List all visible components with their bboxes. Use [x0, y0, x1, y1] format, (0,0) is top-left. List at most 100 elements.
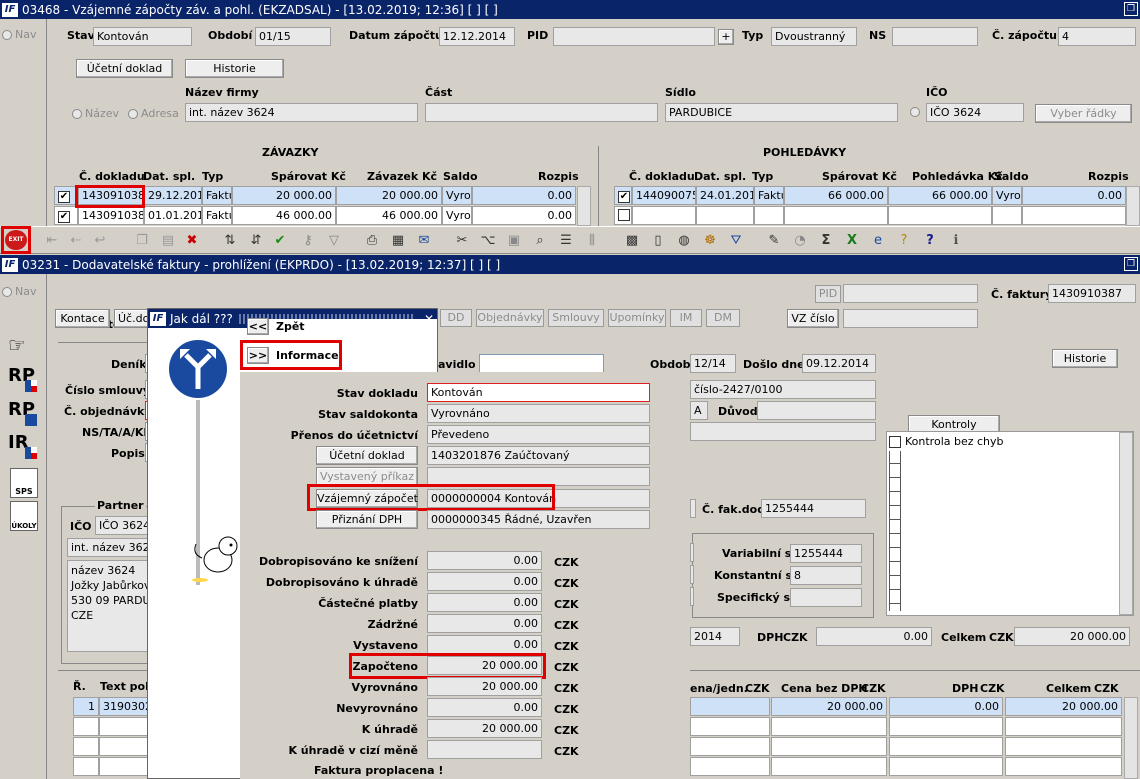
sum-icon[interactable]: Σ [818, 233, 834, 249]
items-scrollbar[interactable] [1124, 697, 1138, 779]
priznani-dph-button[interactable]: Přiznání DPH [316, 510, 418, 529]
nav-toggle[interactable]: Nav [2, 285, 36, 298]
radio-icon[interactable] [128, 108, 138, 119]
list-icon[interactable]: ☰ [558, 233, 574, 249]
clock-icon[interactable]: ◔ [792, 233, 808, 249]
arrow-icon[interactable]: ⇠ [68, 233, 84, 249]
variabilni-field: 1255444 [790, 544, 862, 563]
ucdok-button[interactable]: Úč.dok [114, 309, 150, 328]
table-cell [690, 757, 770, 776]
divider [58, 342, 148, 343]
saldo-cell [992, 206, 1022, 225]
kontroly-scrollbar[interactable] [1119, 432, 1133, 615]
checkbox-icon[interactable] [889, 435, 901, 448]
help-user-icon[interactable]: ? [896, 233, 912, 249]
zavazky-scrollbar[interactable] [577, 186, 591, 226]
checkbox-icon[interactable]: ✔ [618, 191, 630, 203]
vyber-radky-button[interactable]: Vyber řádky [1035, 104, 1132, 123]
tree-icon[interactable]: ⌥ [480, 233, 496, 249]
sps-icon[interactable]: SPS [10, 468, 38, 498]
currency-label: CZK [554, 703, 579, 716]
print-icon[interactable]: ⎙ [364, 233, 380, 249]
ucetni-doklad-field: 1403201876 Zaúčtovaný [427, 446, 650, 465]
ucetni-doklad-button[interactable]: Účetní doklad [316, 446, 418, 465]
restore-icon[interactable]: ❐ [1124, 257, 1138, 271]
cislo-smlouvy-label: Číslo smlouvy [65, 384, 151, 397]
print-preview-icon[interactable]: ▦ [390, 233, 406, 249]
info-icon[interactable]: ℹ [948, 233, 964, 249]
historie-button[interactable]: Historie [185, 59, 284, 78]
delete-icon[interactable]: ✖ [184, 233, 200, 249]
vz-cislo-button[interactable]: VZ číslo [787, 309, 839, 328]
kontace-button[interactable]: Kontace [55, 309, 110, 328]
scissors-icon[interactable]: ✂ [454, 233, 470, 249]
find-icon[interactable]: ⌕ [532, 233, 548, 249]
tab-dm[interactable]: DM [706, 309, 740, 327]
exit-button[interactable]: EXIT [5, 230, 27, 250]
calendar-icon[interactable]: ▩ [624, 233, 640, 249]
tab-objednavky[interactable]: Objednávky [476, 309, 544, 327]
ukoly-icon[interactable]: ÚKOLY [10, 501, 38, 531]
mail-icon[interactable]: ✉ [416, 233, 432, 249]
stav-dokladu-field: Kontován [427, 383, 650, 402]
tab-dd[interactable]: DD [440, 309, 472, 327]
sort-icon[interactable]: ⇅ [222, 233, 238, 249]
dog-mascot-icon [192, 536, 238, 582]
ns-label: NS [869, 29, 887, 42]
pravidlo-field[interactable] [479, 354, 604, 373]
checkbox-icon[interactable]: ✔ [58, 211, 70, 223]
table-cell [771, 717, 887, 736]
checkbox-icon[interactable] [618, 209, 630, 221]
app-logo-icon: IF [2, 2, 18, 17]
tent-icon[interactable]: ⛛ [728, 233, 744, 249]
pid-plus-button[interactable]: + [718, 29, 734, 45]
excel-icon[interactable]: X [844, 233, 860, 249]
copy-icon[interactable]: ❐ [134, 233, 150, 249]
edit-icon[interactable]: ✎ [766, 233, 782, 249]
restore-icon[interactable]: ❐ [1124, 2, 1138, 16]
paste-icon[interactable]: ▤ [160, 233, 176, 249]
edge [690, 543, 694, 562]
key-icon[interactable]: ⚷ [300, 233, 316, 249]
ie-icon[interactable]: e [870, 233, 886, 249]
tab-smlouvy[interactable]: Smlouvy [548, 309, 604, 327]
ucetni-doklad-button[interactable]: Účetní doklad [76, 59, 173, 78]
list-item[interactable]: Kontrola bez chyb [889, 435, 1004, 448]
arrow-left-icon[interactable]: ⇤ [44, 233, 60, 249]
columns-icon[interactable]: ⫼ [584, 233, 600, 249]
pid-field [843, 284, 978, 303]
sort-desc-icon[interactable]: ⇵ [248, 233, 264, 249]
rozpis-cell [1022, 206, 1126, 225]
amount-field: 0.00 [427, 635, 542, 654]
wheel-icon[interactable]: ☸ [702, 233, 718, 249]
radio-adresa[interactable]: Adresa [128, 107, 179, 120]
pohledavky-scrollbar[interactable] [1126, 186, 1140, 226]
pid-button[interactable]: PID [815, 285, 841, 303]
globe-icon[interactable]: ◍ [676, 233, 692, 249]
saldo-cell: Vyro [992, 186, 1022, 205]
arrow-back-icon[interactable]: ↩ [92, 233, 108, 249]
zpet-button[interactable]: << [247, 318, 269, 335]
radio-nazev[interactable]: Název [72, 107, 119, 120]
checkbox-icon[interactable]: ✔ [58, 191, 70, 203]
filter-icon[interactable]: ▽ [326, 233, 342, 249]
tab-upominky[interactable]: Upomínky [608, 309, 666, 327]
page-icon[interactable]: ▯ [650, 233, 666, 249]
ico-radio-icon[interactable] [910, 107, 920, 117]
table-cell [889, 737, 1003, 756]
tab-im[interactable]: IM [670, 309, 702, 327]
hand-icon[interactable]: ☞ [8, 333, 40, 361]
help-icon[interactable]: ? [922, 233, 938, 249]
historie-button[interactable]: Historie [1052, 349, 1118, 368]
check-icon[interactable]: ✔ [272, 233, 288, 249]
partner-name-field: int. název 3624 [67, 538, 149, 557]
nav-radio-icon[interactable] [2, 29, 12, 40]
amount-label: Dobropisováno k úhradě [265, 576, 418, 589]
currency-label: CZK [554, 556, 579, 569]
radio-icon[interactable] [72, 108, 82, 119]
nav-radio-icon[interactable] [2, 286, 12, 297]
col-header: Saldo [443, 170, 478, 183]
cislo-faktury-label: Č. faktury [991, 288, 1053, 301]
doc-icon[interactable]: ▣ [506, 233, 522, 249]
nav-toggle[interactable]: Nav [2, 28, 36, 41]
